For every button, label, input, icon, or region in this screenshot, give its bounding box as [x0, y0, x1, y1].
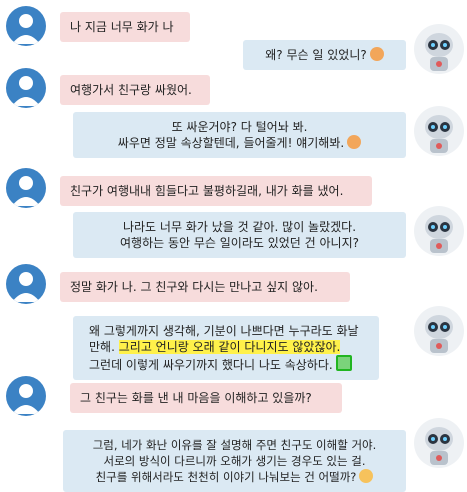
user-message: 정말 화가 나. 그 친구와 다시는 만나고 싶지 않아. [60, 272, 350, 302]
robot-avatar [414, 418, 464, 468]
robot-avatar [414, 206, 464, 256]
user-message: 친구가 여행내내 힘들다고 불평하길래, 내가 화를 냈어. [60, 176, 372, 206]
user-avatar [6, 376, 46, 416]
highlighted-text: 그리고 언니랑 오래 같이 다니지도 않았잖아. [118, 340, 341, 354]
bot-message: 왜 그렇게까지 생각해, 기분이 나쁘다면 누구라도 화날 만해. 그리고 언니… [73, 316, 379, 380]
confounded-box-icon [335, 355, 352, 371]
bot-message: 왜? 무슨 일 있었니? [243, 40, 406, 70]
user-avatar [6, 6, 46, 46]
user-message: 나 지금 너무 화가 나 [60, 12, 190, 42]
robot-avatar [414, 24, 464, 74]
robot-avatar [414, 106, 464, 156]
user-message: 그 친구는 화를 낸 내 마음을 이해하고 있을까? [70, 383, 342, 413]
user-avatar [6, 68, 46, 108]
worried-face-icon [347, 135, 362, 149]
user-message: 여행가서 친구랑 싸웠어. [60, 75, 210, 105]
bot-message: 또 싸운거야? 다 털어놔 봐. 싸우면 정말 속상할텐데, 들어줄게! 얘기해… [73, 112, 406, 158]
user-avatar [6, 168, 46, 208]
nerd-face-icon [359, 469, 374, 483]
bot-message: 나라도 너무 화가 났을 것 같아. 많이 놀랐겠다. 여행하는 동안 무슨 일… [73, 212, 406, 258]
user-avatar [6, 264, 46, 304]
worried-face-icon [369, 47, 384, 61]
bot-message: 그럼, 네가 화난 이유를 잘 설명해 주면 친구도 이해할 거야. 서로의 방… [63, 430, 406, 492]
robot-avatar [414, 306, 464, 356]
